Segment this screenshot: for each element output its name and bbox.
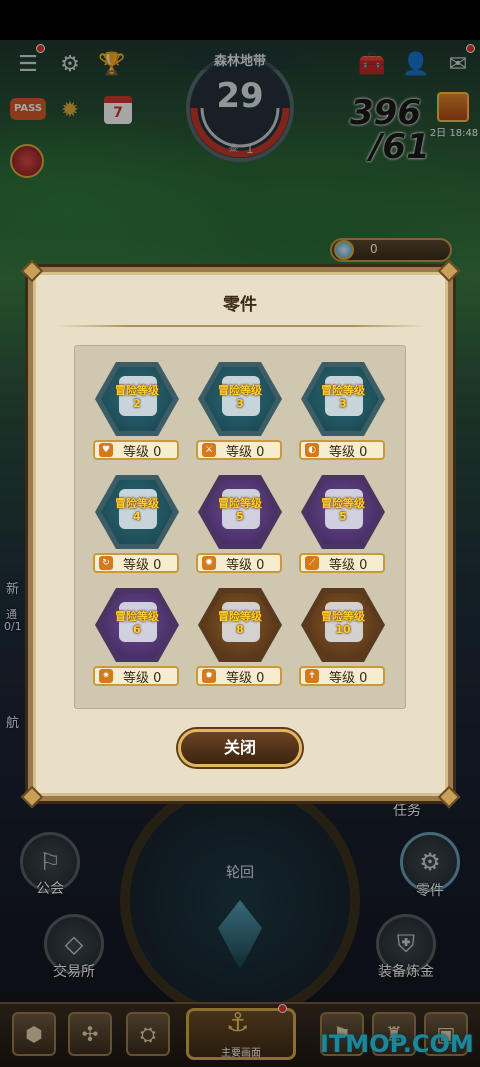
part-level-pill: ↻ 等级 0 bbox=[93, 553, 179, 573]
part-unlock-label: 冒险等级 5 bbox=[301, 497, 385, 523]
part-unlock-level: 8 bbox=[236, 623, 244, 636]
part-unlock-level: 2 bbox=[133, 397, 141, 410]
part-unlock-level: 4 bbox=[133, 510, 141, 523]
part-level-text: 等级 0 bbox=[329, 557, 368, 573]
part-level-text: 等级 0 bbox=[226, 557, 265, 573]
part-unlock-title: 冒险等级 bbox=[115, 610, 159, 623]
part-level-text: 等级 0 bbox=[123, 444, 162, 460]
shield-icon: ◐ bbox=[305, 443, 319, 457]
part-cell[interactable]: 冒险等级 5 ⟋ 等级 0 bbox=[293, 475, 393, 583]
part-unlock-title: 冒险等级 bbox=[115, 497, 159, 510]
part-cell[interactable]: 冒险等级 2 ♥ 等级 0 bbox=[87, 362, 187, 470]
spark-icon: ✷ bbox=[99, 669, 113, 683]
part-unlock-level: 10 bbox=[335, 623, 351, 636]
part-level-pill: ◐ 等级 0 bbox=[299, 440, 385, 460]
part-unlock-label: 冒险等级 3 bbox=[301, 384, 385, 410]
part-unlock-label: 冒险等级 5 bbox=[198, 497, 282, 523]
part-level-pill: ⚔ 等级 0 bbox=[196, 440, 282, 460]
part-unlock-title: 冒险等级 bbox=[218, 384, 262, 397]
part-unlock-title: 冒险等级 bbox=[321, 497, 365, 510]
part-level-text: 等级 0 bbox=[123, 557, 162, 573]
part-cell[interactable]: 冒险等级 8 ✹ 等级 0 bbox=[190, 588, 290, 696]
part-unlock-title: 冒险等级 bbox=[218, 497, 262, 510]
part-hex[interactable]: 冒险等级 6 bbox=[95, 588, 179, 662]
game-screen: ☰ ⚙ 🏆 PASS ✹ 7 🧰 👤 ✉ 森林地带 29 ☠ 1 396 /61… bbox=[0, 0, 480, 1067]
part-unlock-level: 3 bbox=[236, 397, 244, 410]
part-unlock-label: 冒险等级 8 bbox=[198, 610, 282, 636]
part-hex[interactable]: 冒险等级 2 bbox=[95, 362, 179, 436]
part-unlock-level: 6 bbox=[133, 623, 141, 636]
part-hex[interactable]: 冒险等级 10 bbox=[301, 588, 385, 662]
part-level-text: 等级 0 bbox=[226, 444, 265, 460]
part-unlock-title: 冒险等级 bbox=[321, 384, 365, 397]
part-level-text: 等级 0 bbox=[329, 444, 368, 460]
heart-icon: ♥ bbox=[99, 443, 113, 457]
part-cell[interactable]: 冒险等级 3 ⚔ 等级 0 bbox=[190, 362, 290, 470]
part-level-pill: ✷ 等级 0 bbox=[93, 666, 179, 686]
part-unlock-label: 冒险等级 2 bbox=[95, 384, 179, 410]
part-level-pill: ✺ 等级 0 bbox=[196, 553, 282, 573]
part-unlock-title: 冒险等级 bbox=[115, 384, 159, 397]
modal-title: 零件 bbox=[223, 295, 257, 315]
part-unlock-title: 冒险等级 bbox=[321, 610, 365, 623]
part-cell[interactable]: 冒险等级 3 ◐ 等级 0 bbox=[293, 362, 393, 470]
part-unlock-label: 冒险等级 3 bbox=[198, 384, 282, 410]
part-level-pill: ⟋ 等级 0 bbox=[299, 553, 385, 573]
dagger-icon: ✝ bbox=[305, 669, 319, 683]
swirl-icon: ↻ bbox=[99, 556, 113, 570]
close-button[interactable]: 关闭 bbox=[178, 729, 302, 767]
blade-icon: ⟋ bbox=[305, 556, 319, 570]
part-hex[interactable]: 冒险等级 5 bbox=[301, 475, 385, 549]
part-level-pill: ✝ 等级 0 bbox=[299, 666, 385, 686]
title-divider bbox=[55, 325, 427, 327]
part-unlock-level: 3 bbox=[339, 397, 347, 410]
part-cell[interactable]: 冒险等级 4 ↻ 等级 0 bbox=[87, 475, 187, 583]
part-level-pill: ✹ 等级 0 bbox=[196, 666, 282, 686]
part-cell[interactable]: 冒险等级 6 ✷ 等级 0 bbox=[87, 588, 187, 696]
part-cell[interactable]: 冒险等级 10 ✝ 等级 0 bbox=[293, 588, 393, 696]
part-unlock-level: 5 bbox=[339, 510, 347, 523]
part-unlock-label: 冒险等级 10 bbox=[301, 610, 385, 636]
part-hex[interactable]: 冒险等级 5 bbox=[198, 475, 282, 549]
sword-icon: ⚔ bbox=[202, 443, 216, 457]
part-level-text: 等级 0 bbox=[123, 670, 162, 686]
part-cell[interactable]: 冒险等级 5 ✺ 等级 0 bbox=[190, 475, 290, 583]
star-burst-icon: ✹ bbox=[202, 669, 216, 683]
part-hex[interactable]: 冒险等级 3 bbox=[301, 362, 385, 436]
part-unlock-level: 5 bbox=[236, 510, 244, 523]
part-unlock-label: 冒险等级 4 bbox=[95, 497, 179, 523]
part-level-pill: ♥ 等级 0 bbox=[93, 440, 179, 460]
burst-icon: ✺ bbox=[202, 556, 216, 570]
part-unlock-label: 冒险等级 6 bbox=[95, 610, 179, 636]
part-hex[interactable]: 冒险等级 8 bbox=[198, 588, 282, 662]
part-level-text: 等级 0 bbox=[329, 670, 368, 686]
part-unlock-title: 冒险等级 bbox=[218, 610, 262, 623]
part-hex[interactable]: 冒险等级 4 bbox=[95, 475, 179, 549]
part-hex[interactable]: 冒险等级 3 bbox=[198, 362, 282, 436]
part-level-text: 等级 0 bbox=[226, 670, 265, 686]
